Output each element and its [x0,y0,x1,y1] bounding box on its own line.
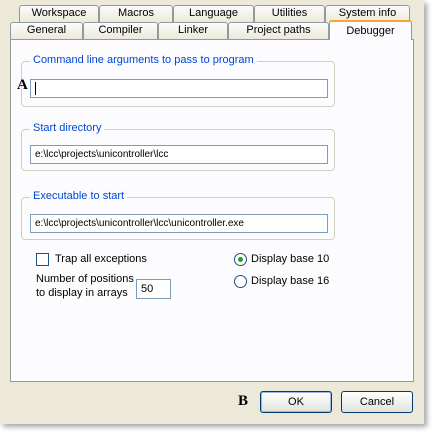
ok-button[interactable]: OK [260,391,332,413]
positions-input[interactable]: 50 [136,279,171,299]
trap-exceptions-checkbox[interactable] [36,253,49,266]
display-base-16-radio[interactable] [234,275,247,288]
start-directory-input[interactable]: e:\lcc\projects\unicontroller\lcc [30,145,328,164]
display-base-10-radio[interactable] [234,253,247,266]
display-base-16-label[interactable]: Display base 16 [251,275,329,287]
executable-input[interactable]: e:\lcc\projects\unicontroller\lcc\unicon… [30,214,328,233]
display-base-10-label[interactable]: Display base 10 [251,253,329,265]
tab-linker[interactable]: Linker [158,22,228,39]
executable-group: Executable to start e:\lcc\projects\unic… [21,190,335,240]
cancel-button[interactable]: Cancel [341,391,413,413]
tab-compiler[interactable]: Compiler [83,22,158,39]
positions-label-line1: Number of positions [36,273,134,285]
tab-utilities[interactable]: Utilities [254,5,325,22]
command-line-group: Command line arguments to pass to progra… [21,54,335,107]
annotation-marker-a: A [17,77,28,93]
tab-macros[interactable]: Macros [99,5,173,22]
start-directory-group-label: Start directory [30,122,105,134]
command-line-arguments-input[interactable] [30,79,328,98]
radio-selected-dot [238,257,243,262]
tab-workspace[interactable]: Workspace [19,5,99,22]
tab-project-paths[interactable]: Project paths [228,22,329,39]
text-caret [35,81,36,95]
options-dialog: Workspace Macros Language Utilities Syst… [0,0,424,424]
tab-general[interactable]: General [10,22,83,39]
tab-debugger[interactable]: Debugger [329,20,412,40]
command-line-group-label: Command line arguments to pass to progra… [30,54,257,66]
positions-label-line2: to display in arrays [36,287,128,299]
trap-exceptions-label[interactable]: Trap all exceptions [55,253,147,265]
annotation-marker-b: B [238,393,249,409]
start-directory-group: Start directory e:\lcc\projects\unicontr… [21,122,335,171]
executable-group-label: Executable to start [30,190,128,202]
tab-language[interactable]: Language [173,5,254,22]
